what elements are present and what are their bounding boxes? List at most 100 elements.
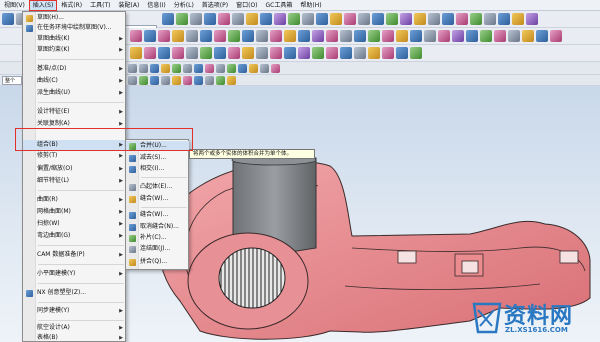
filter-icon[interactable] bbox=[161, 64, 170, 73]
edit-curve-icon[interactable] bbox=[354, 47, 366, 59]
snap-tangent-icon[interactable] bbox=[183, 76, 192, 85]
save-icon[interactable] bbox=[2, 13, 14, 25]
fit-view-icon[interactable] bbox=[176, 13, 188, 25]
mid-point-icon[interactable] bbox=[194, 64, 203, 73]
menu-item-table[interactable]: 表格(B) ▶ bbox=[23, 333, 126, 342]
face-icon[interactable] bbox=[470, 13, 482, 25]
scale-icon[interactable] bbox=[396, 30, 408, 42]
menu-item-surface[interactable]: 曲面(R) ▶ bbox=[23, 195, 126, 205]
menu-info[interactable]: 信息(I) bbox=[143, 0, 169, 11]
blend-icon[interactable] bbox=[284, 30, 296, 42]
submenu-item-sew[interactable]: 缝合(W)... bbox=[126, 210, 189, 220]
snap-face-icon[interactable] bbox=[227, 76, 236, 85]
n-sided-icon[interactable] bbox=[508, 30, 520, 42]
loft-icon[interactable] bbox=[438, 30, 450, 42]
divide-curve-icon[interactable] bbox=[340, 47, 352, 59]
bounded-plane-icon[interactable] bbox=[452, 30, 464, 42]
menu-item-cam-data[interactable]: CAM 数据准备(P) ▶ bbox=[23, 250, 126, 260]
menu-preferences[interactable]: 首选项(P) bbox=[198, 0, 232, 11]
menu-item-offset-scale[interactable]: 偏置/缩放(O) ▶ bbox=[23, 164, 126, 174]
menu-format[interactable]: 格式(R) bbox=[57, 0, 86, 11]
type-filter-combo[interactable]: 整个 bbox=[2, 76, 22, 85]
render-icon[interactable] bbox=[288, 13, 300, 25]
existing-point-icon[interactable] bbox=[249, 64, 258, 73]
wrap-curve-icon[interactable] bbox=[312, 47, 324, 59]
snap-point-icon[interactable] bbox=[172, 64, 181, 73]
menu-item-nx-realize-shape[interactable]: NX 创意塑型(Z)... bbox=[23, 288, 126, 298]
swoop-icon[interactable] bbox=[522, 30, 534, 42]
menu-tools[interactable]: 工具(T) bbox=[86, 0, 114, 11]
control-point-icon[interactable] bbox=[205, 64, 214, 73]
mirror-icon[interactable] bbox=[340, 30, 352, 42]
material-icon[interactable] bbox=[400, 13, 412, 25]
submenu-item-intersect[interactable]: 相交(I)... bbox=[126, 164, 189, 174]
project-curve-icon[interactable] bbox=[228, 47, 240, 59]
selection-scope-icon[interactable] bbox=[128, 76, 137, 85]
hide-icon[interactable] bbox=[428, 13, 440, 25]
menu-item-datum-point[interactable]: 基准/点(D) ▶ bbox=[23, 64, 126, 74]
trim-body-icon[interactable] bbox=[354, 30, 366, 42]
text-curve-icon[interactable] bbox=[200, 47, 212, 59]
show-icon[interactable] bbox=[442, 13, 454, 25]
menu-gc-toolbox[interactable]: GC工具箱 bbox=[262, 0, 297, 11]
section-icon[interactable] bbox=[302, 13, 314, 25]
menu-item-sketch-constraint[interactable]: 草图约束(K) ▶ bbox=[23, 45, 126, 55]
curve-length-icon[interactable] bbox=[368, 47, 380, 59]
helix-icon[interactable] bbox=[186, 47, 198, 59]
revolve-icon[interactable] bbox=[144, 30, 156, 42]
snap-icon[interactable] bbox=[330, 13, 342, 25]
groove-icon[interactable] bbox=[228, 30, 240, 42]
menu-item-sweep[interactable]: 扫掠(W) ▶ bbox=[23, 219, 126, 229]
studio-surface-icon[interactable] bbox=[494, 30, 506, 42]
pattern-icon[interactable] bbox=[326, 30, 338, 42]
shaded-icon[interactable] bbox=[218, 13, 230, 25]
menu-insert[interactable]: 插入(S) bbox=[28, 0, 58, 11]
silhouette-icon[interactable] bbox=[410, 47, 422, 59]
curvature-icon[interactable] bbox=[512, 13, 524, 25]
menu-item-detail-feature[interactable]: 细节特征(L) ▶ bbox=[23, 176, 126, 186]
snap-line-icon[interactable] bbox=[216, 76, 225, 85]
wireframe-icon[interactable] bbox=[232, 13, 244, 25]
menu-item-sketch-curve[interactable]: 草图曲线(K) ▶ bbox=[23, 34, 126, 44]
menu-item-derived-curve[interactable]: 派生曲线(U) ▶ bbox=[23, 88, 126, 98]
boss-icon[interactable] bbox=[172, 30, 184, 42]
camera-icon[interactable] bbox=[358, 13, 370, 25]
menu-item-mesh-surface[interactable]: 网格曲面(M) ▶ bbox=[23, 207, 126, 217]
thicken-icon[interactable] bbox=[410, 30, 422, 42]
submenu-item-split-face[interactable]: 缝合(W)... bbox=[126, 194, 189, 204]
arc-center-icon[interactable] bbox=[227, 64, 236, 73]
point-on-face-icon[interactable] bbox=[271, 64, 280, 73]
menu-item-synchronous-modeling[interactable]: 同步建模(Y) ▶ bbox=[23, 306, 126, 316]
undo-icon[interactable] bbox=[128, 64, 137, 73]
offset-curve-icon[interactable] bbox=[214, 47, 226, 59]
display-icon[interactable] bbox=[344, 13, 356, 25]
select-icon[interactable] bbox=[150, 64, 159, 73]
intersect-curve-icon[interactable] bbox=[242, 47, 254, 59]
more-icon[interactable] bbox=[526, 13, 538, 25]
menu-help[interactable]: 帮助(H) bbox=[296, 0, 325, 11]
smooth-spline-icon[interactable] bbox=[382, 47, 394, 59]
submenu-item-quilt[interactable]: 拼合(Q)... bbox=[126, 257, 189, 267]
snap-end-icon[interactable] bbox=[150, 76, 159, 85]
submenu-item-subtract[interactable]: 减去(S)... bbox=[126, 153, 189, 163]
menu-item-trim[interactable]: 修剪(T) ▶ bbox=[23, 151, 126, 161]
snap-mid-icon[interactable] bbox=[161, 76, 170, 85]
snap-plus-icon[interactable] bbox=[205, 76, 214, 85]
view-cube-icon[interactable] bbox=[162, 13, 174, 25]
menu-assembly[interactable]: 装配(A) bbox=[115, 0, 144, 11]
shell-icon[interactable] bbox=[256, 30, 268, 42]
menu-item-flange-surface[interactable]: 弯边曲面(G) ▶ bbox=[23, 231, 126, 241]
pocket-icon[interactable] bbox=[186, 30, 198, 42]
arc-icon[interactable] bbox=[158, 47, 170, 59]
body-icon[interactable] bbox=[484, 13, 496, 25]
point-on-curve-icon[interactable] bbox=[260, 64, 269, 73]
through-curves-icon[interactable] bbox=[480, 30, 492, 42]
zoom-icon[interactable] bbox=[190, 13, 202, 25]
layer-icon[interactable] bbox=[274, 13, 286, 25]
redo-icon[interactable] bbox=[139, 64, 148, 73]
rotate-icon[interactable] bbox=[204, 13, 216, 25]
submenu-item-unsew[interactable]: 取消缝合(N)... bbox=[126, 222, 189, 232]
menu-analysis[interactable]: 分析(L) bbox=[170, 0, 198, 11]
measure-icon[interactable] bbox=[316, 13, 328, 25]
menu-item-design-feature[interactable]: 设计特征(E) ▶ bbox=[23, 107, 126, 117]
